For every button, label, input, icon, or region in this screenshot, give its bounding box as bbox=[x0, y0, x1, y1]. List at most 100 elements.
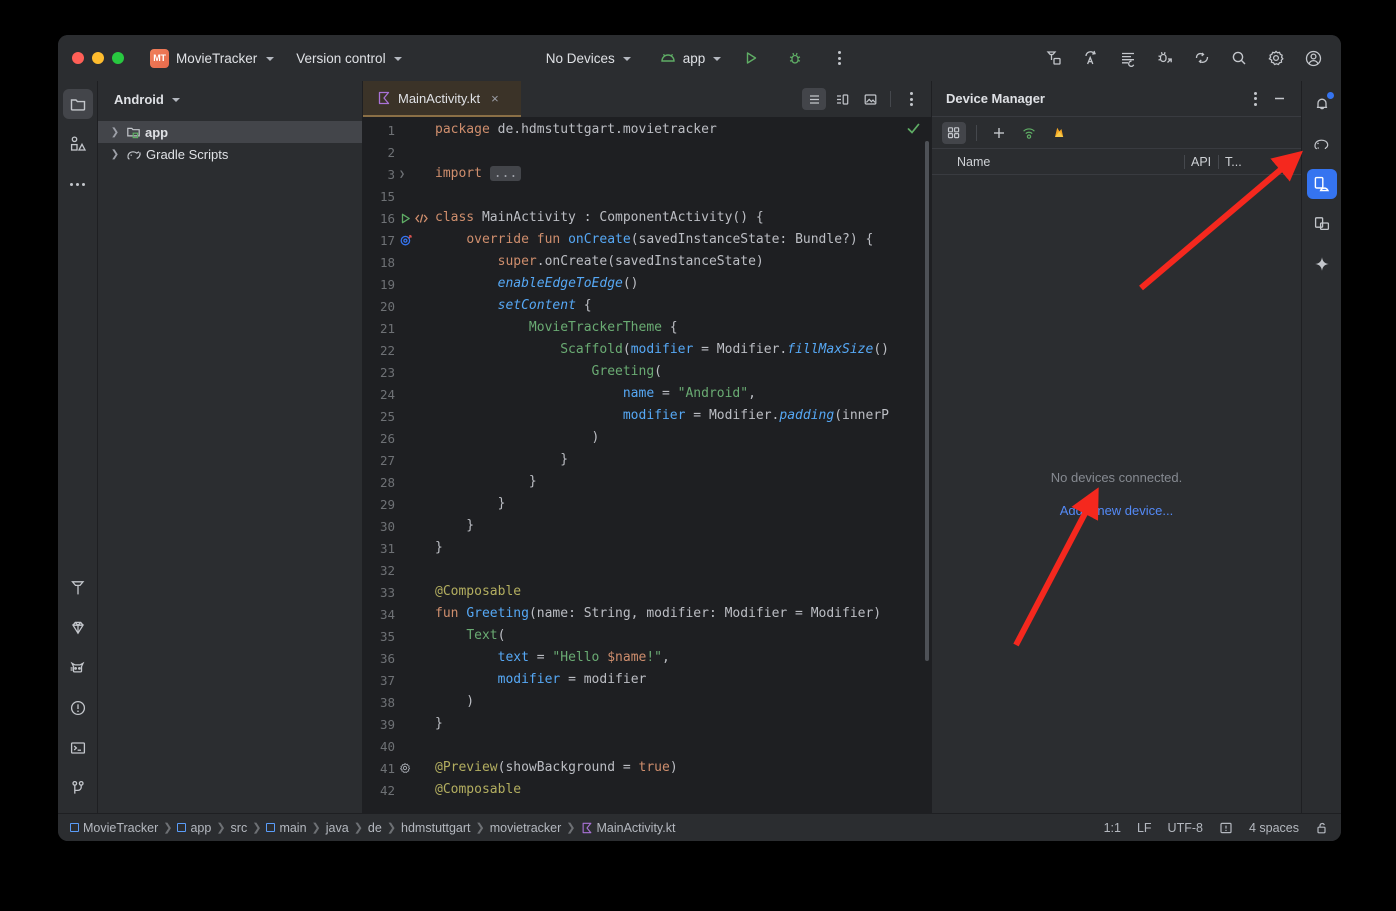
code-content[interactable]: package de.hdmstuttgart.movietracker imp… bbox=[435, 117, 931, 813]
settings-icon[interactable] bbox=[1262, 45, 1290, 71]
unlocked-icon[interactable] bbox=[1315, 821, 1329, 835]
gutter-marks[interactable] bbox=[395, 233, 435, 247]
build-icon[interactable] bbox=[1040, 45, 1068, 71]
sidebar-item-more-tool-windows[interactable] bbox=[63, 169, 93, 199]
code-line[interactable]: ) bbox=[435, 691, 931, 713]
gutter-marks[interactable]: ❯ bbox=[395, 169, 435, 180]
code-line[interactable]: override fun onCreate(savedInstanceState… bbox=[435, 229, 931, 251]
code-line[interactable]: text = "Hello $name!", bbox=[435, 647, 931, 669]
code-line[interactable]: } bbox=[435, 449, 931, 471]
preview-icon[interactable] bbox=[858, 88, 882, 110]
running-devices-icon[interactable] bbox=[1307, 209, 1337, 239]
debug-button[interactable] bbox=[781, 45, 809, 71]
code-line[interactable]: ) bbox=[435, 427, 931, 449]
project-selector[interactable]: MT MovieTracker bbox=[150, 48, 275, 68]
gemini-sparkle-icon[interactable] bbox=[1307, 249, 1337, 279]
sidebar-item-gemini[interactable] bbox=[63, 613, 93, 643]
project-view-selector[interactable]: Android bbox=[98, 81, 362, 117]
column-header-type[interactable]: T... bbox=[1218, 154, 1256, 169]
file-encoding[interactable]: UTF-8 bbox=[1168, 821, 1203, 835]
chevron-right-icon[interactable]: ❯ bbox=[108, 149, 122, 160]
tree-node-app[interactable]: ❯ app bbox=[98, 121, 362, 143]
minimize-panel-button[interactable] bbox=[1267, 88, 1291, 110]
device-manager-icon[interactable] bbox=[1306, 169, 1337, 199]
window-controls[interactable] bbox=[72, 52, 124, 64]
breadcrumb-item[interactable]: java bbox=[326, 821, 349, 835]
breadcrumb-item[interactable]: app bbox=[177, 821, 211, 835]
breadcrumb-item[interactable]: MainActivity.kt bbox=[581, 821, 675, 835]
code-line[interactable] bbox=[435, 141, 931, 163]
notifications-icon[interactable] bbox=[1307, 89, 1337, 119]
gutter-marks[interactable] bbox=[395, 762, 435, 774]
minimize-window-button[interactable] bbox=[92, 52, 104, 64]
inspection-ok-icon[interactable] bbox=[906, 121, 921, 136]
pair-wifi-icon[interactable] bbox=[1017, 122, 1041, 144]
version-control-selector[interactable]: Version control bbox=[296, 51, 402, 66]
code-line[interactable]: class MainActivity : ComponentActivity()… bbox=[435, 207, 931, 229]
run-configuration-selector[interactable]: app bbox=[659, 51, 722, 66]
breadcrumb-item[interactable]: src bbox=[231, 821, 248, 835]
code-line[interactable]: @Composable bbox=[435, 581, 931, 603]
code-line[interactable] bbox=[435, 735, 931, 757]
code-line[interactable]: super.onCreate(savedInstanceState) bbox=[435, 251, 931, 273]
code-line[interactable]: modifier = Modifier.padding(innerP bbox=[435, 405, 931, 427]
code-line[interactable]: MovieTrackerTheme { bbox=[435, 317, 931, 339]
chevron-right-icon[interactable]: ❯ bbox=[108, 127, 122, 138]
line-separator[interactable]: LF bbox=[1137, 821, 1152, 835]
sidebar-item-terminal[interactable] bbox=[63, 733, 93, 763]
sidebar-item-logcat[interactable] bbox=[63, 653, 93, 683]
code-line[interactable]: fun Greeting(name: String, modifier: Mod… bbox=[435, 603, 931, 625]
breadcrumb-item[interactable]: hdmstuttgart bbox=[401, 821, 470, 835]
breadcrumb-item[interactable]: de bbox=[368, 821, 382, 835]
close-tab-button[interactable]: × bbox=[491, 91, 499, 106]
code-line[interactable]: @Composable bbox=[435, 779, 931, 801]
editor-tab-mainactivity[interactable]: MainActivity.kt × bbox=[363, 81, 521, 117]
sidebar-item-resource-manager[interactable] bbox=[63, 129, 93, 159]
editor-options-button[interactable] bbox=[899, 88, 923, 110]
breadcrumb-item[interactable]: main bbox=[266, 821, 307, 835]
line-number-gutter[interactable]: 1 2 3 ❯ 15 16 17 18 19 20 21 22 23 24 25 26 27 28 29 30 31 32… bbox=[363, 117, 435, 813]
code-line[interactable]: package de.hdmstuttgart.movietracker bbox=[435, 119, 931, 141]
code-line[interactable] bbox=[435, 185, 931, 207]
gutter-marks[interactable] bbox=[395, 212, 435, 225]
gradle-elephant-icon[interactable] bbox=[1307, 129, 1337, 159]
code-line[interactable]: modifier = modifier bbox=[435, 669, 931, 691]
code-line[interactable]: } bbox=[435, 471, 931, 493]
sidebar-item-project[interactable] bbox=[62, 89, 93, 119]
device-selector[interactable]: No Devices bbox=[546, 51, 631, 66]
column-header-api[interactable]: API bbox=[1184, 154, 1218, 169]
indent-setting[interactable]: 4 spaces bbox=[1249, 821, 1299, 835]
breadcrumb-item[interactable]: MovieTracker bbox=[70, 821, 158, 835]
sidebar-item-problems[interactable] bbox=[63, 693, 93, 723]
code-line[interactable]: setContent { bbox=[435, 295, 931, 317]
debug-attach-icon[interactable] bbox=[1151, 45, 1179, 71]
code-line[interactable]: Greeting( bbox=[435, 361, 931, 383]
editor-scrollbar[interactable] bbox=[925, 141, 929, 661]
search-icon[interactable] bbox=[1225, 45, 1253, 71]
split-view-icon[interactable] bbox=[830, 88, 854, 110]
device-manager-options-button[interactable] bbox=[1243, 88, 1267, 110]
maximize-window-button[interactable] bbox=[112, 52, 124, 64]
account-icon[interactable] bbox=[1299, 45, 1327, 71]
more-run-actions-button[interactable] bbox=[825, 45, 853, 71]
sidebar-item-version-control[interactable] bbox=[63, 773, 93, 803]
run-button[interactable] bbox=[737, 45, 765, 71]
breadcrumb-item[interactable]: movietracker bbox=[490, 821, 562, 835]
reader-mode-icon[interactable] bbox=[802, 88, 826, 110]
tree-node-gradle-scripts[interactable]: ❯ Gradle Scripts bbox=[98, 143, 362, 165]
code-line[interactable]: enableEdgeToEdge() bbox=[435, 273, 931, 295]
inspections-icon[interactable] bbox=[1219, 821, 1233, 835]
apply-changes-icon[interactable] bbox=[1077, 45, 1105, 71]
code-line[interactable]: @Preview(showBackground = true) bbox=[435, 757, 931, 779]
add-new-device-link[interactable]: Add a new device... bbox=[1060, 503, 1173, 518]
logcat-icon[interactable] bbox=[1114, 45, 1142, 71]
code-line[interactable]: Text( bbox=[435, 625, 931, 647]
device-grid-icon[interactable] bbox=[942, 121, 966, 144]
firebase-icon[interactable] bbox=[1047, 122, 1071, 144]
add-device-icon[interactable] bbox=[987, 122, 1011, 144]
code-line[interactable]: } bbox=[435, 493, 931, 515]
column-header-name[interactable]: Name bbox=[932, 155, 1184, 169]
caret-position[interactable]: 1:1 bbox=[1104, 821, 1121, 835]
code-editor[interactable]: 1 2 3 ❯ 15 16 17 18 19 20 21 22 23 24 25 26 27 28 29 30 31 32… bbox=[363, 117, 931, 813]
code-line[interactable]: } bbox=[435, 713, 931, 735]
